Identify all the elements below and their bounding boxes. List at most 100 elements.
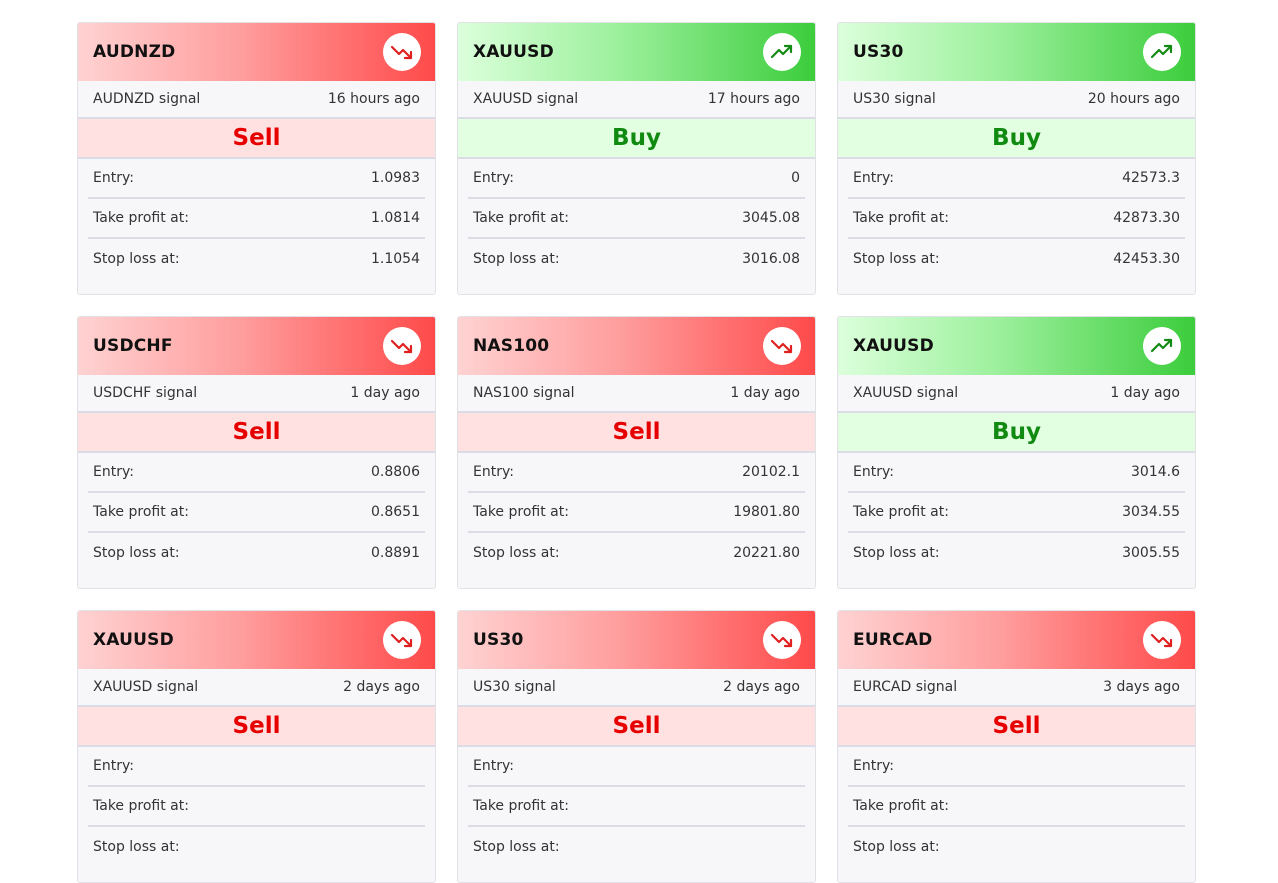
take-profit-label: Take profit at: (853, 504, 949, 520)
stop-loss-label: Stop loss at: (853, 545, 940, 561)
take-profit-label: Take profit at: (473, 798, 569, 814)
take-profit-value: 3034.55 (1122, 504, 1180, 520)
signal-card[interactable]: NAS100 NAS100 signal 1 day ago Sell Entr… (457, 316, 816, 589)
signal-subtitle-row: EURCAD signal 3 days ago (838, 669, 1195, 707)
symbol-label: XAUUSD (473, 42, 554, 62)
stop-loss-row: Stop loss at: (848, 827, 1185, 867)
stop-loss-row: Stop loss at: (468, 827, 805, 867)
signals-grid: AUDNZD AUDNZD signal 16 hours ago Sell E… (0, 0, 1278, 883)
signal-card-header: US30 (838, 23, 1195, 81)
entry-value: 3014.6 (1131, 464, 1180, 480)
signal-time: 3 days ago (1103, 679, 1180, 695)
entry-row: Entry: 0 (468, 159, 805, 199)
entry-row: Entry: (88, 747, 425, 787)
signal-action: Buy (458, 119, 815, 159)
signal-levels: Entry: 1.0983 Take profit at: 1.0814 Sto… (78, 159, 435, 279)
entry-value: 1.0983 (371, 170, 420, 186)
signal-card[interactable]: US30 US30 signal 20 hours ago Buy Entry:… (837, 22, 1196, 295)
take-profit-value: 1.0814 (371, 210, 420, 226)
stop-loss-row: Stop loss at: 3005.55 (848, 533, 1185, 573)
signal-time: 1 day ago (730, 385, 800, 401)
signal-card[interactable]: USDCHF USDCHF signal 1 day ago Sell Entr… (77, 316, 436, 589)
take-profit-label: Take profit at: (93, 504, 189, 520)
signal-time: 2 days ago (343, 679, 420, 695)
signal-card-header: USDCHF (78, 317, 435, 375)
take-profit-row: Take profit at: 0.8651 (88, 493, 425, 533)
entry-label: Entry: (473, 170, 514, 186)
signal-action: Sell (458, 707, 815, 747)
signal-levels: Entry: Take profit at: Stop loss at: (458, 747, 815, 867)
trend-up-icon (763, 33, 801, 71)
entry-label: Entry: (853, 170, 894, 186)
stop-loss-label: Stop loss at: (473, 251, 560, 267)
stop-loss-label: Stop loss at: (853, 839, 940, 855)
stop-loss-value: 3016.08 (742, 251, 800, 267)
symbol-label: US30 (473, 630, 524, 650)
signal-card[interactable]: XAUUSD XAUUSD signal 2 days ago Sell Ent… (77, 610, 436, 883)
take-profit-value: 19801.80 (733, 504, 800, 520)
signal-action: Sell (78, 119, 435, 159)
signal-subtitle: XAUUSD signal (473, 91, 579, 107)
take-profit-label: Take profit at: (93, 210, 189, 226)
signal-time: 20 hours ago (1087, 91, 1180, 107)
take-profit-label: Take profit at: (473, 210, 569, 226)
symbol-label: US30 (853, 42, 904, 62)
symbol-label: USDCHF (93, 336, 173, 356)
signal-subtitle: XAUUSD signal (93, 679, 199, 695)
entry-value: 0.8806 (371, 464, 420, 480)
take-profit-label: Take profit at: (473, 504, 569, 520)
entry-label: Entry: (473, 758, 514, 774)
entry-row: Entry: (468, 747, 805, 787)
signal-subtitle-row: US30 signal 20 hours ago (838, 81, 1195, 119)
stop-loss-label: Stop loss at: (93, 839, 180, 855)
stop-loss-label: Stop loss at: (473, 839, 560, 855)
signal-card[interactable]: US30 US30 signal 2 days ago Sell Entry: … (457, 610, 816, 883)
signal-card-header: XAUUSD (78, 611, 435, 669)
signal-subtitle: XAUUSD signal (853, 385, 959, 401)
take-profit-row: Take profit at: (468, 787, 805, 827)
trend-down-icon (383, 327, 421, 365)
trend-down-icon (763, 327, 801, 365)
stop-loss-label: Stop loss at: (93, 545, 180, 561)
signal-subtitle-row: XAUUSD signal 2 days ago (78, 669, 435, 707)
entry-label: Entry: (853, 758, 894, 774)
signal-time: 1 day ago (1110, 385, 1180, 401)
signal-action: Sell (458, 413, 815, 453)
stop-loss-row: Stop loss at: 42453.30 (848, 239, 1185, 279)
symbol-label: EURCAD (853, 630, 933, 650)
entry-value: 0 (791, 170, 800, 186)
signal-action: Sell (838, 707, 1195, 747)
entry-label: Entry: (93, 758, 134, 774)
signal-card[interactable]: XAUUSD XAUUSD signal 1 day ago Buy Entry… (837, 316, 1196, 589)
signal-time: 2 days ago (723, 679, 800, 695)
signal-subtitle-row: USDCHF signal 1 day ago (78, 375, 435, 413)
signal-levels: Entry: Take profit at: Stop loss at: (838, 747, 1195, 867)
entry-value: 20102.1 (742, 464, 800, 480)
stop-loss-row: Stop loss at: 1.1054 (88, 239, 425, 279)
signal-time: 17 hours ago (707, 91, 800, 107)
symbol-label: XAUUSD (853, 336, 934, 356)
signal-subtitle: US30 signal (473, 679, 556, 695)
stop-loss-label: Stop loss at: (473, 545, 560, 561)
trend-down-icon (763, 621, 801, 659)
entry-label: Entry: (853, 464, 894, 480)
signal-subtitle: NAS100 signal (473, 385, 575, 401)
stop-loss-label: Stop loss at: (93, 251, 180, 267)
take-profit-row: Take profit at: 19801.80 (468, 493, 805, 533)
signal-levels: Entry: Take profit at: Stop loss at: (78, 747, 435, 867)
stop-loss-value: 3005.55 (1122, 545, 1180, 561)
signal-card[interactable]: AUDNZD AUDNZD signal 16 hours ago Sell E… (77, 22, 436, 295)
signal-card-header: XAUUSD (458, 23, 815, 81)
signal-card[interactable]: EURCAD EURCAD signal 3 days ago Sell Ent… (837, 610, 1196, 883)
stop-loss-value: 20221.80 (733, 545, 800, 561)
signal-action: Buy (838, 413, 1195, 453)
stop-loss-label: Stop loss at: (853, 251, 940, 267)
stop-loss-value: 0.8891 (371, 545, 420, 561)
symbol-label: AUDNZD (93, 42, 176, 62)
signal-card[interactable]: XAUUSD XAUUSD signal 17 hours ago Buy En… (457, 22, 816, 295)
signal-subtitle-row: AUDNZD signal 16 hours ago (78, 81, 435, 119)
take-profit-label: Take profit at: (93, 798, 189, 814)
stop-loss-row: Stop loss at: 0.8891 (88, 533, 425, 573)
stop-loss-value: 42453.30 (1113, 251, 1180, 267)
signal-subtitle: EURCAD signal (853, 679, 958, 695)
